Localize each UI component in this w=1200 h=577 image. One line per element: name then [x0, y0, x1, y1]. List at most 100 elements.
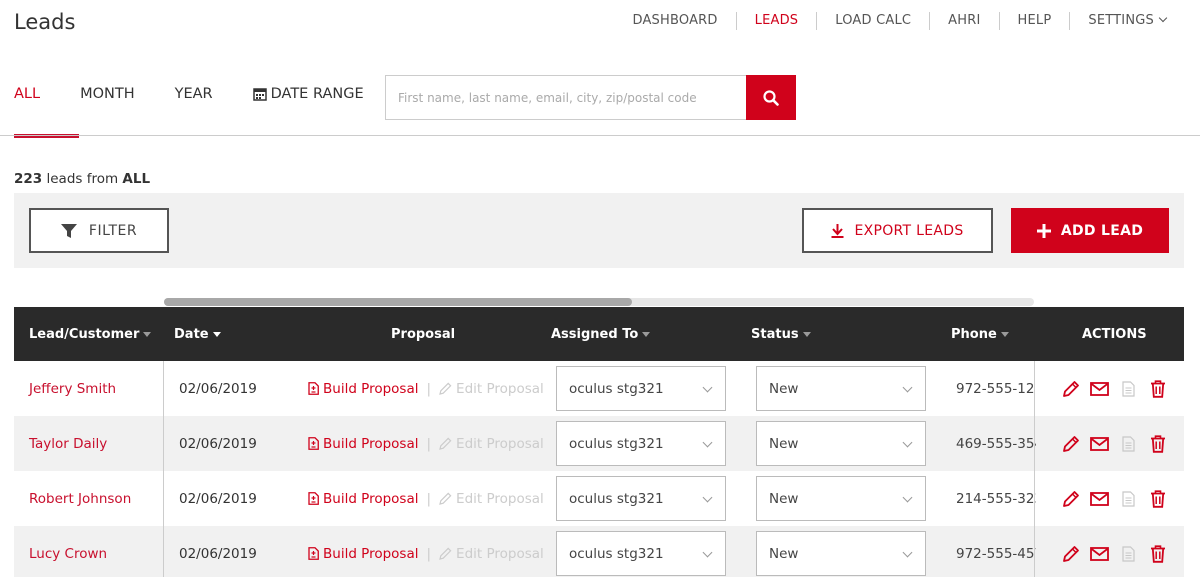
lead-date: 02/06/2019 — [179, 380, 257, 397]
status-value: New — [769, 380, 799, 397]
document-icon — [308, 547, 319, 560]
build-proposal-label: Build Proposal — [323, 545, 419, 562]
col-lead-customer-label: Lead/Customer — [29, 326, 140, 342]
tab-month[interactable]: MONTH — [80, 86, 135, 102]
edit-lead-button[interactable] — [1056, 380, 1085, 398]
edit-lead-button[interactable] — [1056, 545, 1085, 563]
nav-help[interactable]: HELP — [998, 12, 1070, 30]
col-date-label: Date — [174, 326, 209, 342]
tab-date-range-label: DATE RANGE — [270, 86, 364, 102]
assigned-to-select[interactable]: oculus stg321 — [556, 476, 726, 521]
table-row: Lucy Crown 02/06/2019 Build Proposal | E… — [14, 526, 1184, 577]
trash-icon — [1150, 434, 1165, 453]
nav-load-calc[interactable]: LOAD CALC — [816, 12, 929, 30]
delete-lead-button[interactable] — [1143, 379, 1172, 398]
column-divider — [163, 526, 164, 577]
table-scroll-thumb[interactable] — [164, 298, 632, 306]
link-separator: | — [426, 435, 432, 452]
lead-name-link[interactable]: Taylor Daily — [29, 436, 107, 452]
table-row: Robert Johnson 02/06/2019 Build Proposal… — [14, 471, 1184, 526]
edit-proposal-link[interactable]: Edit Proposal — [439, 381, 544, 397]
document-icon — [1122, 545, 1135, 562]
edit-proposal-link[interactable]: Edit Proposal — [439, 491, 544, 507]
nav-leads[interactable]: LEADS — [735, 12, 817, 30]
header-divider — [0, 135, 1200, 136]
delete-lead-button[interactable] — [1143, 544, 1172, 563]
edit-proposal-link[interactable]: Edit Proposal — [439, 436, 544, 452]
assigned-to-select[interactable]: oculus stg321 — [556, 366, 726, 411]
chevron-down-icon — [902, 382, 913, 393]
tab-all[interactable]: ALL — [14, 86, 40, 102]
pencil-icon — [439, 547, 452, 560]
delete-lead-button[interactable] — [1143, 434, 1172, 453]
export-leads-button[interactable]: EXPORT LEADS — [802, 208, 993, 253]
sort-caret-icon — [212, 331, 221, 337]
email-lead-button[interactable] — [1085, 381, 1114, 396]
search-input[interactable] — [385, 75, 746, 120]
col-phone[interactable]: Phone — [951, 307, 1009, 361]
view-document-button[interactable] — [1114, 490, 1143, 507]
col-assigned-to[interactable]: Assigned To — [551, 307, 651, 361]
assigned-to-value: oculus stg321 — [569, 490, 664, 507]
status-select[interactable]: New — [756, 531, 926, 576]
view-document-button[interactable] — [1114, 545, 1143, 562]
build-proposal-link[interactable]: Build Proposal — [308, 436, 418, 452]
lead-name-link[interactable]: Lucy Crown — [29, 546, 107, 562]
plus-icon — [1036, 223, 1051, 238]
edit-proposal-link[interactable]: Edit Proposal — [439, 546, 544, 562]
link-separator: | — [426, 545, 432, 562]
col-status[interactable]: Status — [751, 307, 811, 361]
status-select[interactable]: New — [756, 476, 926, 521]
delete-lead-button[interactable] — [1143, 489, 1172, 508]
filter-button[interactable]: FILTER — [29, 208, 169, 253]
chevron-down-icon — [902, 492, 913, 503]
document-icon — [1122, 435, 1135, 452]
phone-number: 972-555-457 — [956, 545, 1036, 562]
mail-icon — [1090, 491, 1109, 506]
add-lead-button[interactable]: ADD LEAD — [1011, 208, 1169, 253]
search-icon — [763, 89, 779, 106]
link-separator: | — [426, 490, 432, 507]
email-lead-button[interactable] — [1085, 436, 1114, 451]
trash-icon — [1150, 379, 1165, 398]
lead-name-link[interactable]: Robert Johnson — [29, 491, 131, 507]
build-proposal-link[interactable]: Build Proposal — [308, 491, 418, 507]
sort-caret-icon — [642, 331, 651, 337]
mail-icon — [1090, 436, 1109, 451]
assigned-to-select[interactable]: oculus stg321 — [556, 531, 726, 576]
nav-dashboard[interactable]: DASHBOARD — [614, 12, 735, 30]
table-header: Lead/Customer Date Proposal Assigned To … — [14, 307, 1184, 361]
column-divider — [163, 416, 164, 471]
edit-lead-button[interactable] — [1056, 490, 1085, 508]
tab-year[interactable]: YEAR — [175, 86, 213, 102]
column-divider — [163, 471, 164, 526]
email-lead-button[interactable] — [1085, 491, 1114, 506]
col-proposal-label: Proposal — [391, 326, 456, 342]
view-document-button[interactable] — [1114, 435, 1143, 452]
col-actions: ACTIONS — [1082, 307, 1147, 361]
column-divider — [1034, 416, 1035, 471]
column-divider — [1034, 471, 1035, 526]
edit-lead-button[interactable] — [1056, 435, 1085, 453]
tab-date-range[interactable]: DATE RANGE — [252, 86, 364, 102]
status-select[interactable]: New — [756, 366, 926, 411]
download-icon — [831, 223, 844, 238]
assigned-to-value: oculus stg321 — [569, 545, 664, 562]
pencil-icon — [1062, 380, 1079, 397]
assigned-to-value: oculus stg321 — [569, 435, 664, 452]
lead-name-link[interactable]: Jeffery Smith — [29, 381, 116, 397]
assigned-to-select[interactable]: oculus stg321 — [556, 421, 726, 466]
search-button[interactable] — [746, 75, 796, 120]
view-document-button[interactable] — [1114, 380, 1143, 397]
build-proposal-link[interactable]: Build Proposal — [308, 381, 418, 397]
email-lead-button[interactable] — [1085, 546, 1114, 561]
build-proposal-link[interactable]: Build Proposal — [308, 546, 418, 562]
status-select[interactable]: New — [756, 421, 926, 466]
document-icon — [308, 437, 319, 450]
nav-ahri[interactable]: AHRI — [929, 12, 998, 30]
nav-settings[interactable]: SETTINGS — [1069, 12, 1168, 30]
col-lead-customer[interactable]: Lead/Customer — [29, 307, 152, 361]
lead-date: 02/06/2019 — [179, 435, 257, 452]
trash-icon — [1150, 544, 1165, 563]
col-date[interactable]: Date — [174, 307, 221, 361]
